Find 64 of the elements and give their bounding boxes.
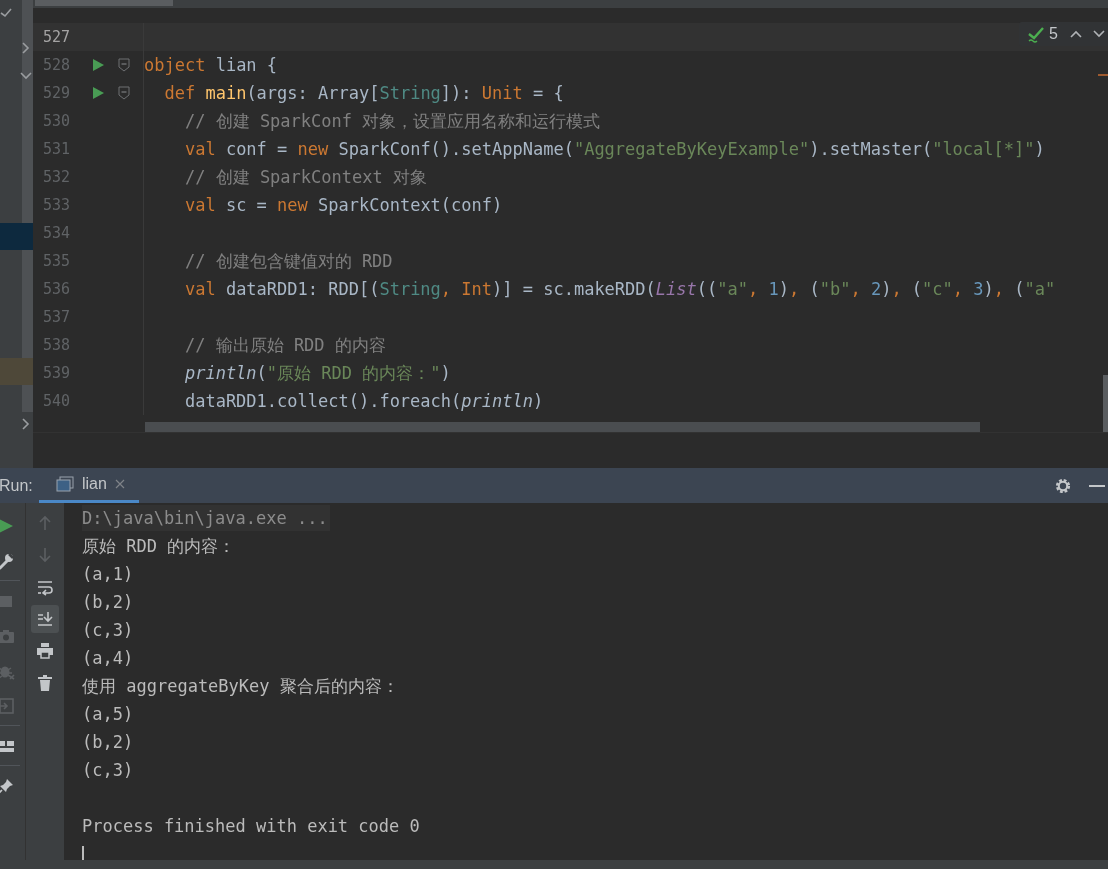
- console-output: (c,3): [82, 760, 134, 780]
- line-number: 536: [41, 280, 70, 298]
- chevron-right-icon[interactable]: [22, 418, 30, 430]
- line-number: 528: [41, 56, 70, 74]
- line-number: 531: [41, 140, 70, 158]
- tree-row-highlight: [0, 223, 33, 250]
- console-output: (a,5): [82, 704, 134, 724]
- check-icon: [0, 8, 12, 18]
- code-line: val conf = new SparkConf().setAppName("AggregateByKeyExample").setMaster("local[*]"): [183, 139, 1045, 159]
- horizontal-scrollbar[interactable]: [145, 422, 980, 432]
- console-icon: [56, 476, 74, 492]
- scroll-to-end-button[interactable]: [31, 605, 59, 633]
- line-number: 527: [41, 28, 70, 46]
- run-icon[interactable]: [91, 86, 105, 100]
- pin-icon[interactable]: [0, 776, 15, 795]
- line-number: 532: [41, 168, 70, 186]
- vertical-scrollbar[interactable]: [1103, 375, 1108, 432]
- line-number: 529: [41, 84, 70, 102]
- fold-icon[interactable]: [118, 86, 130, 100]
- code-line: // 创建 SparkContext 对象: [183, 165, 427, 189]
- close-icon[interactable]: [114, 479, 125, 489]
- code-line: // 创建包含键值对的 RDD: [183, 249, 393, 273]
- run-icon[interactable]: [91, 58, 105, 72]
- console-output: 使用 aggregateByKey 聚合后的内容：: [82, 674, 399, 698]
- inspection-count: 5: [1049, 25, 1058, 43]
- console-output: (a,4): [82, 648, 134, 668]
- console-output: Process finished with exit code 0: [82, 816, 420, 836]
- line-number: 534: [41, 224, 70, 242]
- console-output: 原始 RDD 的内容：: [82, 534, 236, 558]
- console-output: (b,2): [82, 732, 134, 752]
- console-output: (b,2): [82, 592, 134, 612]
- code-line: dataRDD1.collect().foreach(println): [183, 391, 544, 411]
- chevron-right-icon[interactable]: [22, 42, 30, 54]
- line-number: 539: [41, 364, 70, 382]
- run-label: Run:: [0, 476, 34, 495]
- line-number: 537: [41, 308, 70, 326]
- code-line: object lian {: [144, 55, 278, 75]
- fold-icon[interactable]: [118, 58, 130, 72]
- settings-icon[interactable]: [1054, 476, 1072, 495]
- chevron-down-icon[interactable]: [20, 72, 32, 80]
- code-line: def main(args: Array[String]): Unit = {: [163, 83, 564, 103]
- inspection-widget[interactable]: 5: [1019, 22, 1108, 46]
- code-line: println("原始 RDD 的内容："): [183, 361, 451, 385]
- horizontal-scrollbar[interactable]: [35, 0, 173, 6]
- printer-icon[interactable]: [36, 642, 54, 660]
- wrench-icon[interactable]: [0, 551, 15, 570]
- console-output: (c,3): [82, 620, 134, 640]
- console-output: (a,1): [82, 564, 134, 584]
- line-number: 540: [41, 392, 70, 410]
- code-line: // 输出原始 RDD 的内容: [183, 333, 386, 357]
- line-number: 530: [41, 112, 70, 130]
- code-line: // 创建 SparkConf 对象，设置应用名称和运行模式: [183, 109, 601, 133]
- line-number: 533: [41, 196, 70, 214]
- code-line: val sc = new SparkContext(conf): [183, 195, 503, 215]
- chevron-up-icon[interactable]: [1069, 29, 1083, 39]
- line-number: 538: [41, 336, 70, 354]
- trash-icon[interactable]: [36, 674, 54, 692]
- code-line: val dataRDD1: RDD[(String, Int)] = sc.makeRDD(List(("a", 1), ("b", 2), ("c", 3), ("a": [183, 279, 1056, 299]
- soft-wrap-icon[interactable]: [36, 578, 54, 596]
- tree-row-highlight: [0, 358, 33, 385]
- scroll-to-end-icon[interactable]: [36, 610, 54, 628]
- chevron-down-icon[interactable]: [1092, 29, 1106, 39]
- check-icon: [1027, 25, 1046, 43]
- line-number: 535: [41, 252, 70, 270]
